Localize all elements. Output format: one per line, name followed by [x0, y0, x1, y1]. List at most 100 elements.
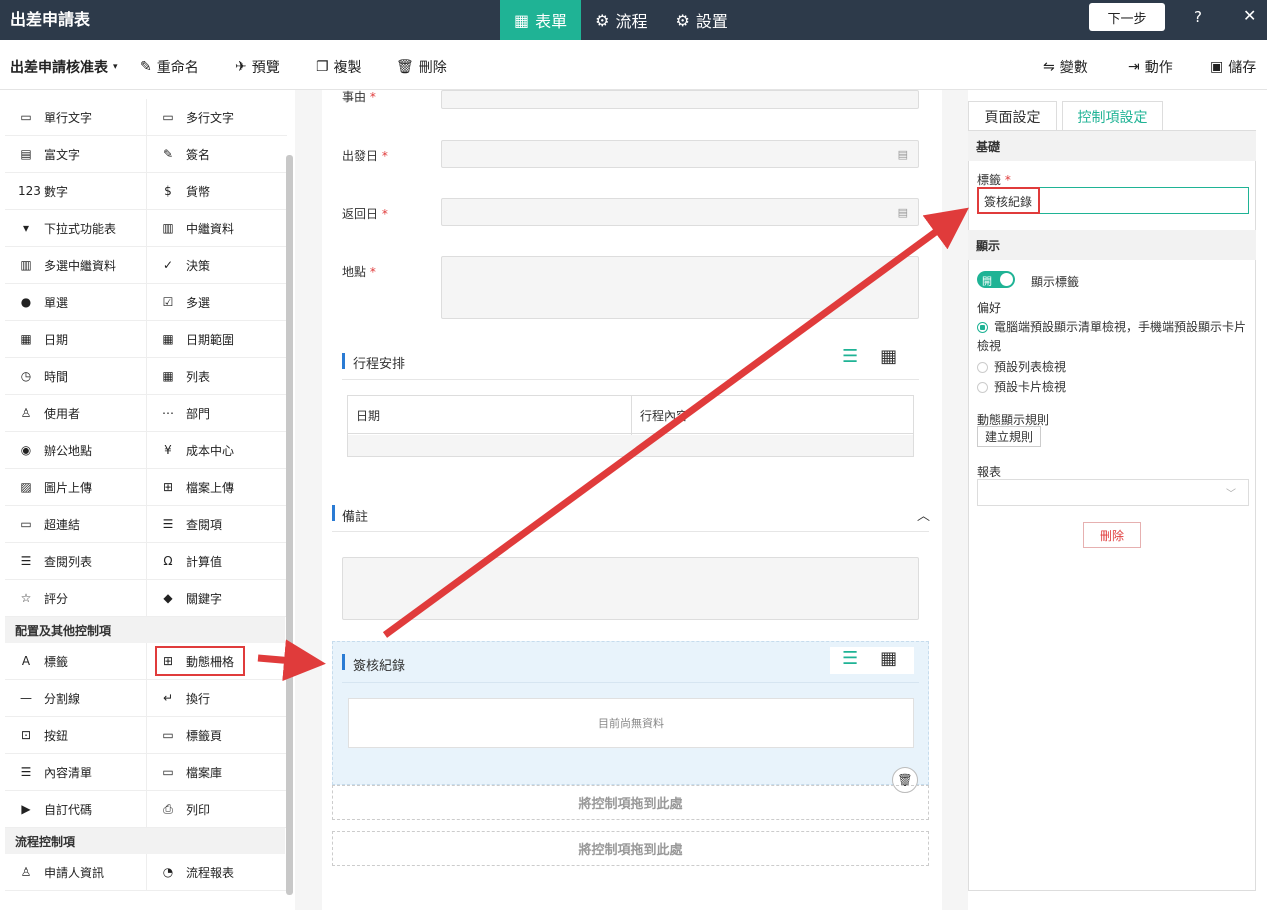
- card-view-icon[interactable]: ▦: [880, 648, 897, 669]
- app-title: 出差申請表: [10, 10, 91, 29]
- main-tabs: ▦ 表單 ⚙ 流程 ⚙ 設置: [500, 0, 742, 40]
- pref-option-list[interactable]: 預設列表檢視: [977, 358, 1066, 375]
- column-header: 日期: [356, 409, 381, 423]
- control-item[interactable]: ✎ 簽名: [147, 136, 287, 173]
- control-item[interactable]: ▨ 圖片上傳: [5, 469, 146, 506]
- control-icon: ◆: [163, 591, 173, 605]
- control-label: 使用者: [44, 406, 81, 421]
- return-date-input[interactable]: ▤: [441, 198, 919, 226]
- form-name-dropdown[interactable]: 出差申請核准表 ▾: [10, 57, 118, 77]
- control-item[interactable]: $ 貨幣: [147, 173, 287, 210]
- pref-option-default[interactable]: 電腦端預設顯示清單檢視，手機端預設顯示卡片檢視: [977, 318, 1247, 356]
- show-label-toggle[interactable]: 開: [977, 271, 1015, 288]
- control-item[interactable]: ▭ 標籤頁: [147, 717, 287, 754]
- control-item[interactable]: ⊡ 按鈕: [5, 717, 146, 754]
- control-item[interactable]: A 標籤: [5, 643, 146, 680]
- report-select[interactable]: ﹀: [977, 479, 1249, 506]
- caret-down-icon: ▾: [113, 62, 118, 72]
- section-marker: [342, 353, 345, 369]
- control-item[interactable]: ✓ 決策: [147, 247, 287, 284]
- control-item[interactable]: ▦ 列表: [147, 358, 287, 395]
- control-label: 辦公地點: [44, 443, 93, 458]
- control-item[interactable]: — 分割線: [5, 680, 146, 717]
- control-item[interactable]: ▥ 多選中繼資料: [5, 247, 146, 284]
- list-view-icon[interactable]: ☰: [842, 648, 858, 669]
- control-item[interactable]: ◷ 時間: [5, 358, 146, 395]
- approval-title: 簽核紀錄: [353, 659, 406, 674]
- preview-button[interactable]: ✈ 預覽: [235, 57, 280, 77]
- copy-button[interactable]: ❐ 複製: [316, 57, 362, 77]
- remarks-textarea[interactable]: [342, 557, 919, 620]
- drop-zone[interactable]: 將控制項拖到此處: [332, 785, 929, 820]
- depart-date-input[interactable]: ▤: [441, 140, 919, 168]
- control-item[interactable]: Ω 計算值: [147, 543, 287, 580]
- control-item[interactable]: ● 單選: [5, 284, 146, 321]
- location-label: 地點 *: [342, 263, 376, 280]
- control-icon: ◉: [20, 443, 32, 457]
- control-item[interactable]: ▦ 日期範圍: [147, 321, 287, 358]
- control-item[interactable]: ▾ 下拉式功能表: [5, 210, 146, 247]
- control-label: 時間: [44, 369, 69, 384]
- save-button[interactable]: ▣ 儲存: [1210, 57, 1256, 77]
- control-item[interactable]: ▥ 中繼資料: [147, 210, 287, 247]
- control-item[interactable]: ¥ 成本中心: [147, 432, 287, 469]
- delete-control-button[interactable]: 刪除: [1083, 522, 1141, 548]
- control-item[interactable]: ▶ 自訂代碼: [5, 791, 146, 828]
- layout-section-header: 配置及其他控制項: [5, 617, 285, 643]
- control-item[interactable]: ☆ 評分: [5, 580, 146, 617]
- help-icon[interactable]: ?: [1194, 8, 1202, 26]
- calendar-icon: ▤: [897, 148, 908, 161]
- list-view-icon[interactable]: ☰: [842, 346, 858, 367]
- delete-form-button[interactable]: 🗑 刪除: [396, 57, 447, 77]
- control-item[interactable]: ⊞ 檔案上傳: [147, 469, 287, 506]
- variables-button[interactable]: ⇋ 變數: [1043, 57, 1088, 77]
- control-label: 評分: [44, 591, 69, 606]
- control-item[interactable]: ▦ 日期: [5, 321, 146, 358]
- control-item[interactable]: ☰ 查閱項: [147, 506, 287, 543]
- control-item[interactable]: ☰ 內容清單: [5, 754, 146, 791]
- close-icon[interactable]: ✕: [1243, 6, 1256, 25]
- control-icon: ▦: [20, 332, 32, 346]
- calendar-icon: ▤: [897, 206, 908, 219]
- drop-zone[interactable]: 將控制項拖到此處: [332, 831, 929, 866]
- location-textarea[interactable]: [441, 256, 919, 319]
- control-icon: ▦: [162, 369, 174, 383]
- control-item[interactable]: ▭ 檔案庫: [147, 754, 287, 791]
- control-item[interactable]: ⋯ 部門: [147, 395, 287, 432]
- depart-label-text: 出發日: [342, 149, 379, 163]
- chevron-up-icon[interactable]: ︿: [917, 505, 930, 524]
- actions-icon: ⇥: [1128, 59, 1140, 75]
- reason-input[interactable]: [441, 90, 919, 109]
- control-item[interactable]: ▤ 富文字: [5, 136, 146, 173]
- palette-scrollbar[interactable]: [286, 155, 293, 895]
- control-item[interactable]: ◉ 辦公地點: [5, 432, 146, 469]
- control-item[interactable]: ▭ 單行文字: [5, 99, 146, 136]
- control-item[interactable]: ◆ 關鍵字: [147, 580, 287, 617]
- control-item[interactable]: ↵ 換行: [147, 680, 287, 717]
- control-item[interactable]: ◔ 流程報表: [147, 854, 287, 891]
- control-label: 關鍵字: [186, 591, 223, 606]
- return-label-text: 返回日: [342, 207, 379, 221]
- control-item[interactable]: ☑ 多選: [147, 284, 287, 321]
- control-item[interactable]: ▭ 超連結: [5, 506, 146, 543]
- control-label: 列印: [186, 802, 211, 817]
- control-item[interactable]: 123 數字: [5, 173, 146, 210]
- tab-control-settings[interactable]: 控制項設定: [1062, 101, 1163, 131]
- actions-button[interactable]: ⇥ 動作: [1128, 57, 1173, 77]
- tab-flow[interactable]: ⚙ 流程: [581, 0, 661, 40]
- column-header: 行程內容: [640, 409, 689, 423]
- card-view-icon[interactable]: ▦: [880, 346, 897, 367]
- control-item[interactable]: ⎙ 列印: [147, 791, 287, 828]
- control-item[interactable]: ♙ 申請人資訊: [5, 854, 146, 891]
- tab-settings[interactable]: ⚙ 設置: [662, 0, 742, 40]
- tab-form[interactable]: ▦ 表單: [500, 0, 582, 40]
- control-item[interactable]: ▭ 多行文字: [147, 99, 287, 136]
- create-rule-button[interactable]: 建立規則: [977, 426, 1041, 447]
- control-item[interactable]: ♙ 使用者: [5, 395, 146, 432]
- rename-button[interactable]: ✎ 重命名: [140, 57, 199, 77]
- control-item[interactable]: ☰ 查閱列表: [5, 543, 146, 580]
- tab-page-settings[interactable]: 頁面設定: [968, 101, 1057, 131]
- pref-option-card[interactable]: 預設卡片檢視: [977, 378, 1066, 395]
- rename-label: 重命名: [156, 60, 199, 76]
- next-step-button[interactable]: 下一步: [1089, 3, 1165, 31]
